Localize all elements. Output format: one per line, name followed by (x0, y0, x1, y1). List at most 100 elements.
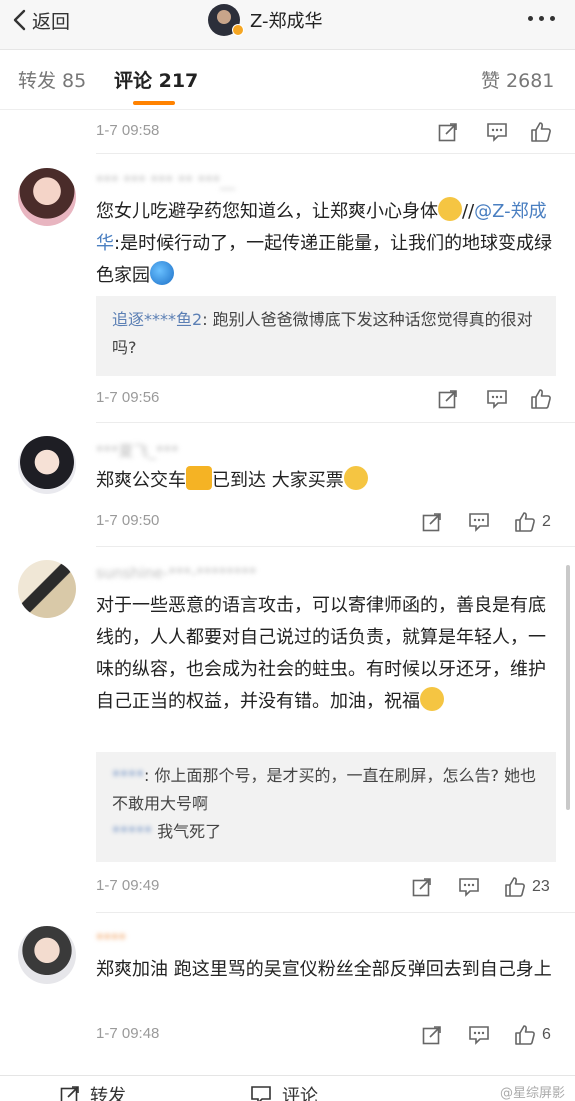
avatar[interactable] (18, 926, 76, 984)
divider (96, 912, 575, 913)
reply-username[interactable]: **** (112, 766, 144, 785)
bus-emoji-icon (186, 466, 212, 490)
verified-badge-icon (232, 24, 244, 36)
comment-text: 您女儿吃避孕药您知道么，让郑爽小心身体//@Z-郑成华:是时候行动了，一起传递正… (96, 196, 558, 292)
bottom-action-bar: 转发 评论 @星综屏影 (0, 1075, 575, 1101)
comment-button[interactable] (468, 510, 490, 534)
share-button[interactable] (438, 387, 458, 411)
reply-box[interactable]: 追逐****鱼2: 跑别人爸爸微博底下发这种话您觉得真的很对吗? (96, 296, 556, 376)
comment-text-part: 对于一些恶意的语言攻击，可以寄律师函的，善良是有底线的，人人都要对自己说过的话负… (96, 595, 546, 712)
comment-text: 对于一些恶意的语言攻击，可以寄律师函的，善良是有底线的，人人都要对自己说过的话负… (96, 590, 554, 718)
share-icon (412, 878, 431, 897)
comment-meta: 1-7 09:48 6 (96, 1023, 556, 1047)
repost-button[interactable]: 转发 (60, 1082, 126, 1101)
share-button[interactable] (438, 120, 458, 144)
thumbs-up-icon (515, 1025, 535, 1045)
share-icon (422, 1026, 441, 1045)
timestamp: 1-7 09:49 (96, 877, 160, 894)
thumbs-up-icon (515, 512, 535, 532)
comment-icon (487, 390, 507, 409)
back-label: 返回 (32, 10, 71, 33)
reply-line: ***** 我气死了 (112, 818, 540, 846)
timestamp: 1-7 09:56 (96, 389, 160, 406)
avatar[interactable] (18, 436, 76, 494)
comment-button[interactable] (468, 1023, 490, 1047)
thumbs-up-icon (505, 877, 525, 897)
comment-icon (459, 878, 479, 897)
top-nav-bar: 返回 Z-郑成华 (0, 0, 575, 50)
comment-button[interactable] (486, 387, 508, 411)
chevron-left-icon (13, 9, 26, 31)
divider (96, 422, 575, 423)
comment-text-part: 您女儿吃避孕药您知道么，让郑爽小心身体 (96, 201, 438, 222)
tab-bar: 转发 85 评论 217 赞 2681 (0, 50, 575, 110)
reply-text: : 你上面那个号，是才买的，一直在刷屏，怎么告? 她也不敢用大号啊 (112, 766, 537, 813)
comment-meta: 1-7 09:56 (96, 387, 556, 411)
active-tab-indicator (133, 101, 175, 105)
comment-icon (469, 1026, 489, 1045)
comment-button[interactable]: 评论 (250, 1082, 318, 1101)
share-icon (60, 1086, 79, 1101)
share-button[interactable] (422, 510, 442, 534)
thumbs-up-icon (531, 122, 551, 142)
divider (96, 153, 575, 154)
comment-text: 郑爽公交车 已到达 大家买票 (96, 465, 558, 497)
comment-username[interactable]: **** (96, 930, 126, 948)
share-button[interactable] (422, 1023, 442, 1047)
like-button[interactable]: 23 (504, 875, 550, 899)
like-button[interactable] (530, 387, 558, 411)
reply-box[interactable]: ****: 你上面那个号，是才买的，一直在刷屏，怎么告? 她也不敢用大号啊 **… (96, 752, 556, 862)
dot-icon (528, 16, 533, 21)
comment-button[interactable] (458, 875, 480, 899)
avatar[interactable] (18, 560, 76, 618)
comment-text-part: // (462, 201, 475, 222)
laughing-emoji-icon (343, 466, 368, 490)
comment-meta: 1-7 09:49 23 (96, 875, 556, 899)
reply-line: ****: 你上面那个号，是才买的，一直在刷屏，怎么告? 她也不敢用大号啊 (112, 762, 540, 818)
dot-icon (550, 16, 555, 21)
divider (96, 546, 575, 547)
avatar[interactable] (18, 168, 76, 226)
comment-button[interactable] (486, 120, 508, 144)
share-icon (438, 123, 457, 142)
share-button[interactable] (412, 875, 432, 899)
page-title: Z-郑成华 (250, 11, 323, 32)
like-count: 6 (542, 1026, 551, 1043)
timestamp: 1-7 09:50 (96, 512, 160, 529)
comment-meta: 1-7 09:50 2 (96, 510, 556, 534)
comment-username[interactable]: *** *** *** ** ***__ (96, 172, 235, 190)
comment-text-part: 郑爽公交车 (96, 470, 186, 491)
profile-title[interactable]: Z-郑成华 (208, 3, 323, 37)
timestamp: 1-7 09:48 (96, 1025, 160, 1042)
back-button[interactable]: 返回 (12, 0, 70, 40)
share-icon (438, 390, 457, 409)
reply-username[interactable]: ***** (112, 822, 152, 841)
comment-icon (469, 513, 489, 532)
comment-meta: 1-7 09:58 (96, 120, 556, 144)
comment-username[interactable]: ***夏飞_*** (96, 440, 179, 461)
like-count: 23 (532, 878, 550, 895)
reply-username[interactable]: 追逐****鱼2 (112, 310, 202, 329)
hugging-emoji-icon (420, 687, 444, 711)
comment-username[interactable]: sunshine-***-******** (96, 564, 256, 582)
tab-comment[interactable]: 评论 217 (114, 66, 198, 93)
comment-text: 郑爽加油 跑这里骂的吴宣仪粉丝全部反弹回去到自己身上 (96, 959, 552, 980)
repost-label: 转发 (90, 1086, 126, 1101)
like-button[interactable]: 2 (514, 510, 551, 534)
more-options-button[interactable] (528, 16, 555, 21)
scrollbar[interactable] (566, 565, 570, 810)
tab-like[interactable]: 赞 2681 (481, 66, 554, 93)
dot-icon (539, 16, 544, 21)
comment-text-part: 已到达 大家买票 (212, 470, 344, 491)
watermark: @星综屏影 (499, 1086, 565, 1101)
globe-emoji-icon (150, 261, 174, 285)
like-button[interactable]: 6 (514, 1023, 551, 1047)
comment-label: 评论 (282, 1086, 318, 1101)
timestamp: 1-7 09:58 (96, 122, 160, 139)
comment-icon (487, 123, 507, 142)
tab-repost[interactable]: 转发 85 (18, 66, 86, 93)
worried-emoji-icon (438, 197, 462, 221)
like-button[interactable] (530, 120, 552, 144)
share-icon (422, 513, 441, 532)
thumbs-up-icon (531, 389, 551, 409)
